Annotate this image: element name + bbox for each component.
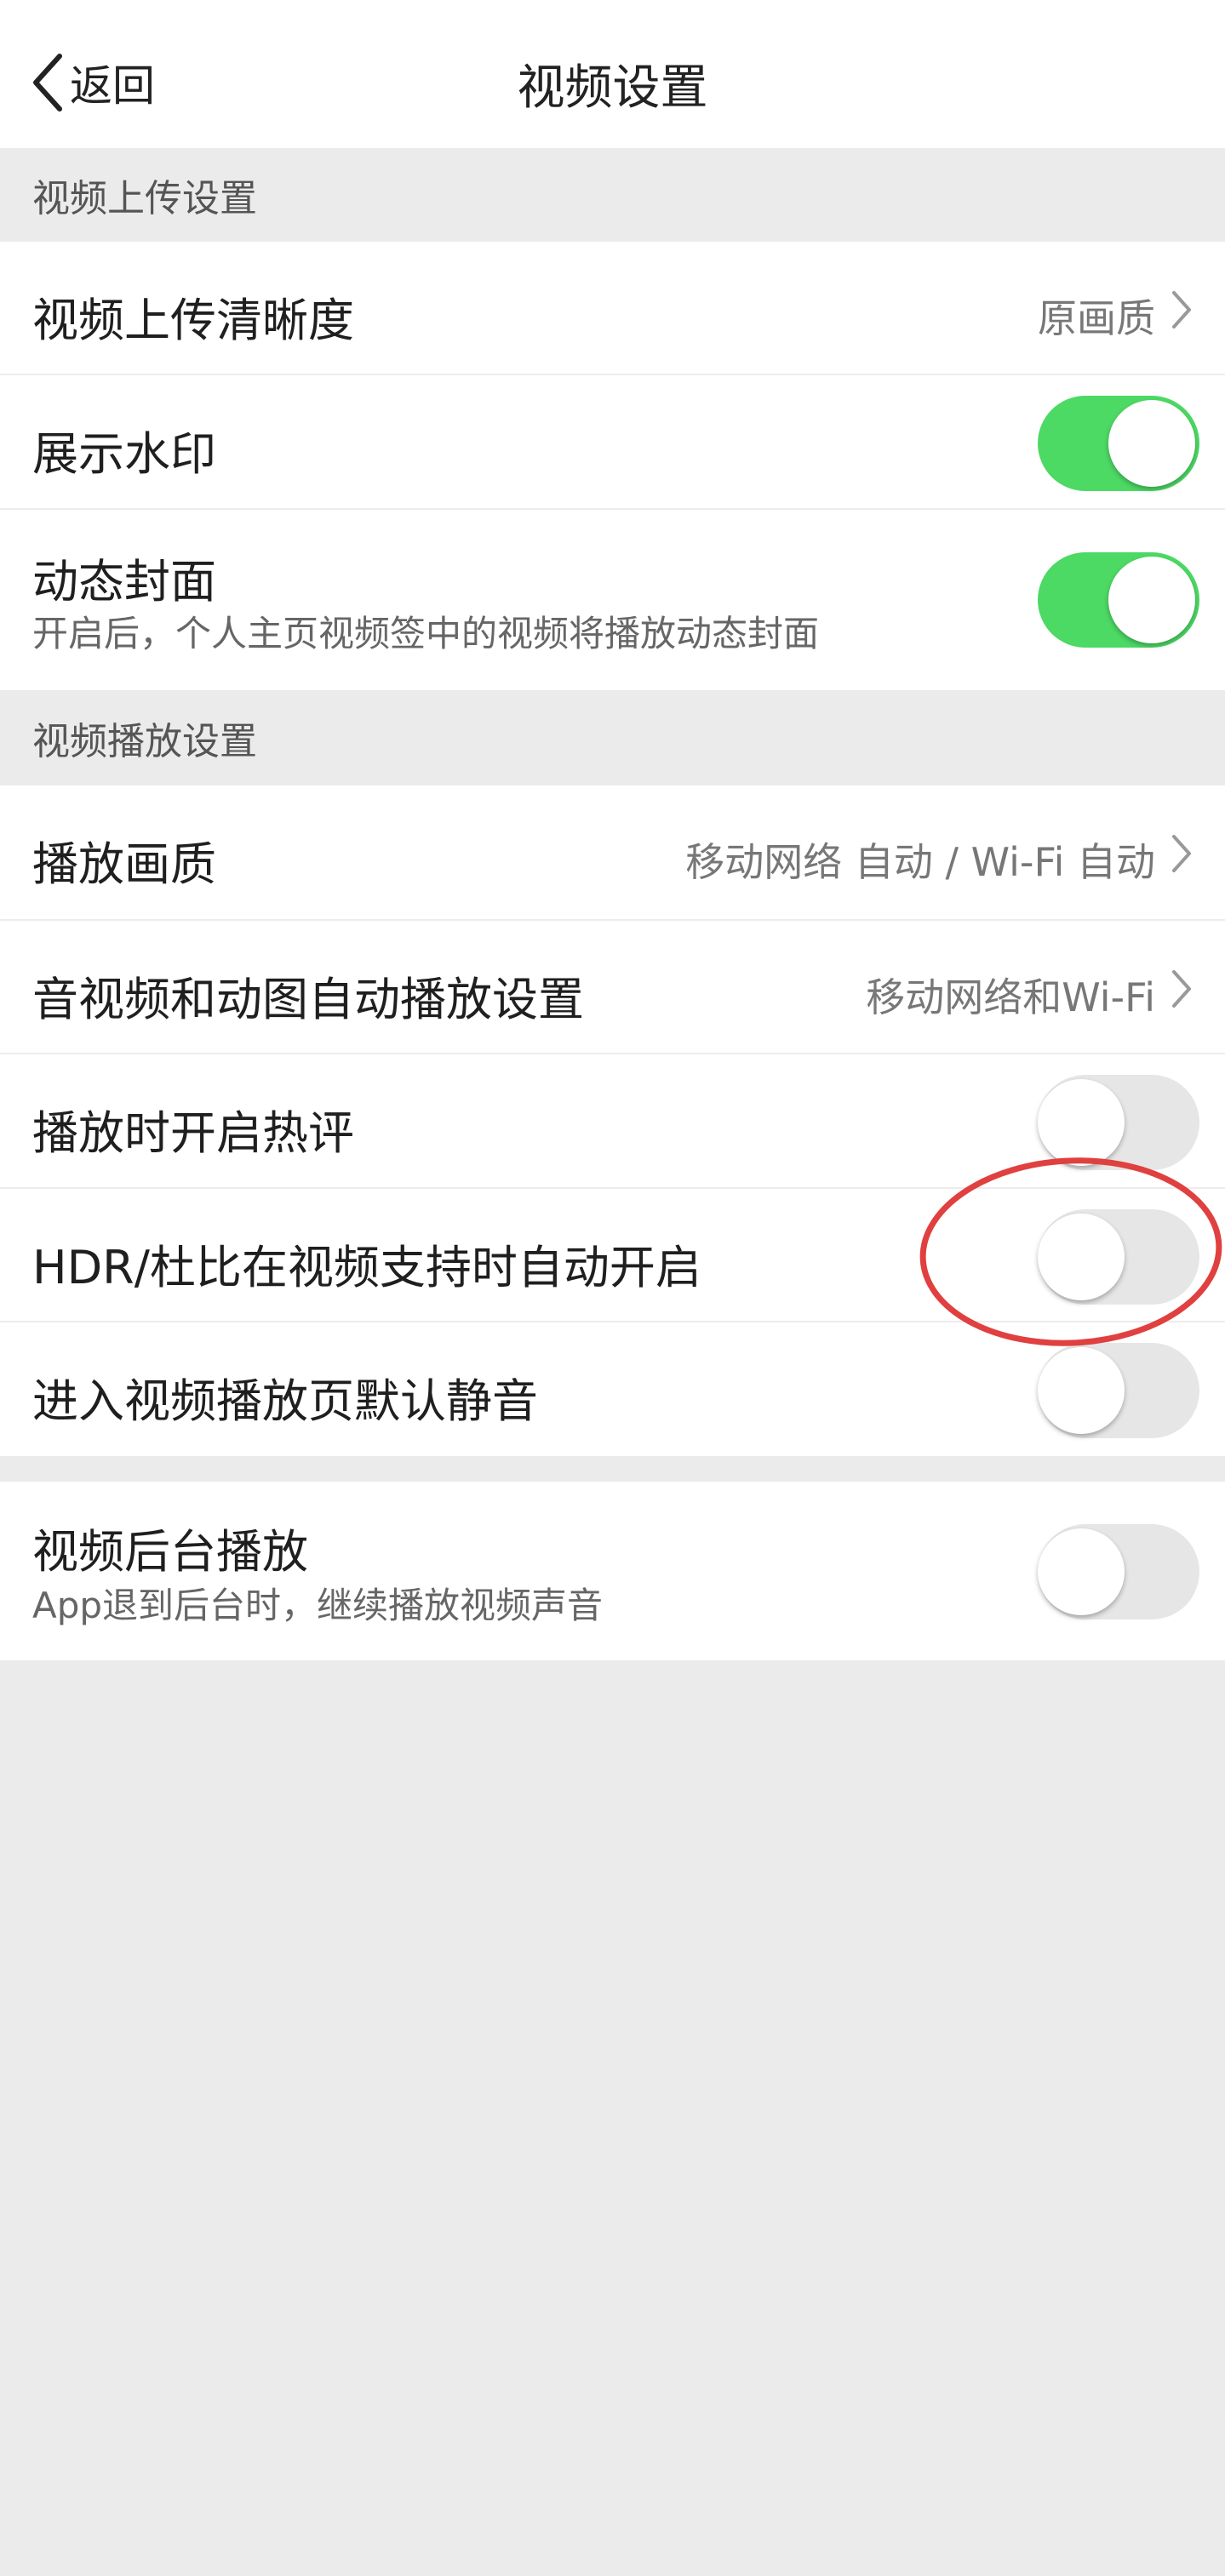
dynamic-cover-label: 动态封面 — [32, 555, 216, 608]
chevron-right-icon — [1172, 970, 1191, 1008]
autoplay-row[interactable]: 音视频和动图自动播放设置 移动网络和Wi-Fi — [0, 921, 1225, 1054]
playback-quality-row[interactable]: 播放画质 移动网络 自动 / Wi-Fi 自动 — [0, 785, 1225, 921]
chevron-right-icon — [1172, 291, 1191, 328]
page-title: 视频设置 — [517, 60, 708, 116]
watermark-toggle[interactable] — [1038, 396, 1199, 491]
toggle-knob — [1038, 1347, 1125, 1434]
hdr-label: HDR/杜比在视频支持时自动开启 — [32, 1241, 701, 1294]
autoplay-value: 移动网络和Wi-Fi — [866, 974, 1155, 1020]
toggle-knob — [1038, 1079, 1125, 1166]
playback-quality-value: 移动网络 自动 / Wi-Fi 自动 — [685, 839, 1155, 885]
background-play-toggle[interactable] — [1038, 1524, 1199, 1619]
toggle-knob — [1038, 1214, 1125, 1300]
background-play-description: App退到后台时，继续播放视频声音 — [32, 1585, 604, 1626]
background-play-label: 视频后台播放 — [32, 1525, 308, 1579]
toggle-knob — [1108, 400, 1195, 487]
upload-quality-label: 视频上传清晰度 — [32, 294, 354, 347]
dynamic-cover-toggle[interactable] — [1038, 552, 1199, 648]
mute-row: 进入视频播放页默认静音 — [0, 1322, 1225, 1456]
hot-comments-label: 播放时开启热评 — [32, 1106, 354, 1160]
watermark-row: 展示水印 — [0, 375, 1225, 510]
hdr-row: HDR/杜比在视频支持时自动开启 — [0, 1189, 1225, 1322]
section-header-playback: 视频播放设置 — [0, 690, 1225, 785]
mute-toggle[interactable] — [1038, 1343, 1199, 1438]
background-play-row: 视频后台播放 App退到后台时，继续播放视频声音 — [0, 1482, 1225, 1660]
toggle-knob — [1108, 557, 1195, 643]
top-nav-bar: 返回 视频设置 — [0, 0, 1225, 148]
chevron-right-icon — [1172, 835, 1191, 872]
section-header-upload: 视频上传设置 — [0, 148, 1225, 242]
hot-comments-toggle[interactable] — [1038, 1075, 1199, 1170]
upload-quality-value: 原画质 — [1038, 295, 1155, 341]
hdr-toggle[interactable] — [1038, 1209, 1199, 1305]
autoplay-label: 音视频和动图自动播放设置 — [32, 973, 584, 1026]
dynamic-cover-description: 开启后，个人主页视频签中的视频将播放动态封面 — [32, 613, 820, 654]
upload-quality-row[interactable]: 视频上传清晰度 原画质 — [0, 242, 1225, 375]
toggle-knob — [1038, 1528, 1125, 1615]
playback-quality-label: 播放画质 — [32, 837, 216, 891]
hot-comments-row: 播放时开启热评 — [0, 1054, 1225, 1189]
watermark-label: 展示水印 — [32, 427, 216, 481]
dynamic-cover-row: 动态封面 开启后，个人主页视频签中的视频将播放动态封面 — [0, 510, 1225, 690]
mute-label: 进入视频播放页默认静音 — [32, 1374, 538, 1428]
